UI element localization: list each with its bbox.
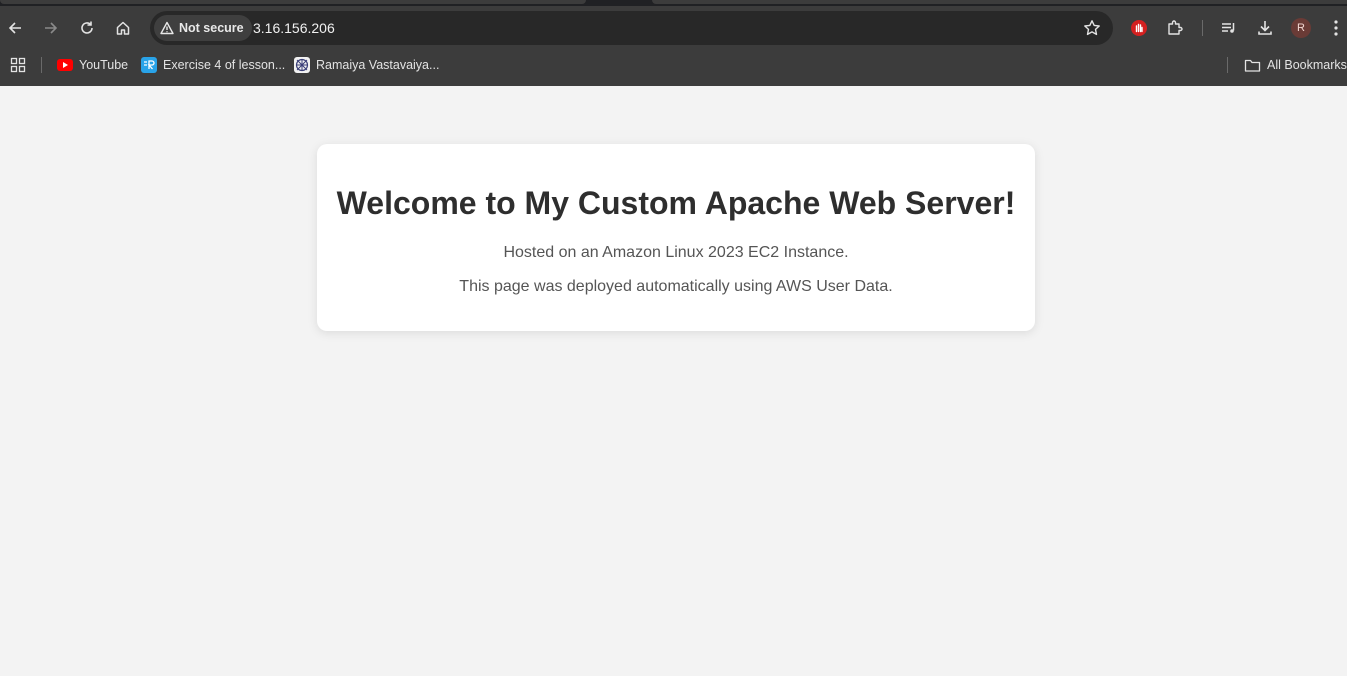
extension-red-button[interactable] xyxy=(1125,14,1153,42)
bookmarks-separator xyxy=(1227,57,1228,73)
toolbar-separator xyxy=(1202,20,1203,36)
downloads-button[interactable] xyxy=(1251,14,1279,42)
menu-icon xyxy=(1334,20,1338,36)
tab[interactable] xyxy=(652,0,1347,4)
download-icon xyxy=(1258,21,1272,35)
extensions-button[interactable] xyxy=(1161,14,1189,42)
extension-red-icon xyxy=(1131,20,1147,36)
warning-icon xyxy=(160,21,174,35)
bookmark-youtube[interactable]: YouTube xyxy=(57,54,128,76)
security-label: Not secure xyxy=(179,21,244,35)
apps-grid-icon xyxy=(10,57,26,73)
bookmark-label: Ramaiya Vastavaiya... xyxy=(316,58,440,72)
reload-icon xyxy=(81,21,93,34)
page-viewport: Welcome to My Custom Apache Web Server! … xyxy=(0,86,1347,676)
page-heading: Welcome to My Custom Apache Web Server! xyxy=(336,185,1016,221)
star-icon xyxy=(1084,20,1100,36)
youtube-icon xyxy=(57,59,73,71)
puzzle-icon xyxy=(1168,20,1183,35)
all-bookmarks-button[interactable]: All Bookmarks xyxy=(1244,54,1347,76)
bookmark-exercise[interactable]: Exercise 4 of lesson... xyxy=(141,54,285,76)
browser-chrome: Not secure 3.16.156.206 R YouTube Exerci… xyxy=(0,0,1347,86)
back-icon xyxy=(8,22,21,34)
toolbar: Not secure 3.16.156.206 R xyxy=(0,6,1347,50)
home-button[interactable] xyxy=(109,14,137,42)
welcome-card: Welcome to My Custom Apache Web Server! … xyxy=(317,144,1035,331)
media-button[interactable] xyxy=(1215,14,1243,42)
folder-icon xyxy=(1244,59,1261,72)
all-bookmarks-label: All Bookmarks xyxy=(1267,58,1347,72)
ramaiya-favicon-icon xyxy=(294,57,310,73)
menu-button[interactable] xyxy=(1322,14,1347,42)
url-text[interactable]: 3.16.156.206 xyxy=(253,11,335,45)
bookmark-label: YouTube xyxy=(79,58,129,72)
forward-icon xyxy=(45,22,58,34)
bookmark-ramaiya[interactable]: Ramaiya Vastavaiya... xyxy=(294,54,439,76)
forward-button[interactable] xyxy=(37,14,65,42)
bookmarks-bar: YouTube Exercise 4 of lesson... Ramaiya … xyxy=(0,50,1347,80)
profile-avatar[interactable]: R xyxy=(1291,18,1311,38)
back-button[interactable] xyxy=(1,14,29,42)
exercise-favicon-icon xyxy=(141,57,157,73)
security-chip[interactable]: Not secure xyxy=(154,15,252,41)
bookmark-label: Exercise 4 of lesson... xyxy=(163,58,286,72)
tab[interactable] xyxy=(0,0,586,4)
address-bar[interactable]: Not secure 3.16.156.206 xyxy=(150,11,1113,45)
deployed-text: This page was deployed automatically usi… xyxy=(459,278,893,295)
bookmarks-separator xyxy=(41,57,42,73)
bookmark-star-button[interactable] xyxy=(1083,19,1101,42)
media-icon xyxy=(1222,23,1235,33)
reload-button[interactable] xyxy=(73,14,101,42)
apps-button[interactable] xyxy=(10,54,26,76)
hosted-text: Hosted on an Amazon Linux 2023 EC2 Insta… xyxy=(503,244,849,261)
home-icon xyxy=(116,21,130,35)
